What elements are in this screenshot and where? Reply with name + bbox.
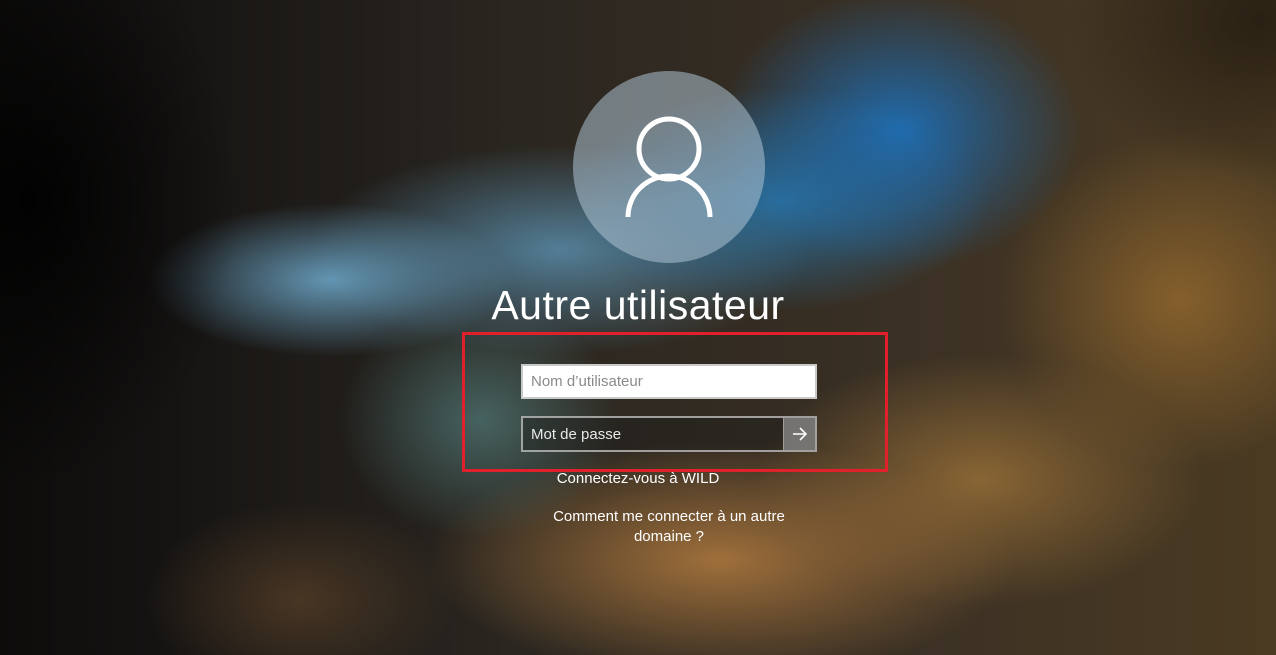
username-input[interactable] bbox=[523, 373, 815, 390]
other-domain-link-line2[interactable]: domaine ? bbox=[538, 527, 800, 547]
lock-screen: Autre utilisateur Connectez-vous à WILD … bbox=[0, 0, 1276, 655]
user-icon bbox=[625, 116, 713, 218]
arrow-right-icon bbox=[792, 427, 807, 441]
password-field-container[interactable] bbox=[521, 416, 817, 452]
username-field-container[interactable] bbox=[521, 364, 817, 399]
other-domain-link[interactable]: Comment me connecter à un autre domaine … bbox=[538, 507, 800, 547]
password-input[interactable] bbox=[523, 418, 783, 450]
user-title: Autre utilisateur bbox=[491, 282, 785, 328]
domain-info-text: Connectez-vous à WILD bbox=[556, 470, 720, 487]
avatar bbox=[573, 71, 765, 263]
submit-button[interactable] bbox=[783, 418, 815, 450]
other-domain-link-line1[interactable]: Comment me connecter à un autre bbox=[538, 507, 800, 527]
